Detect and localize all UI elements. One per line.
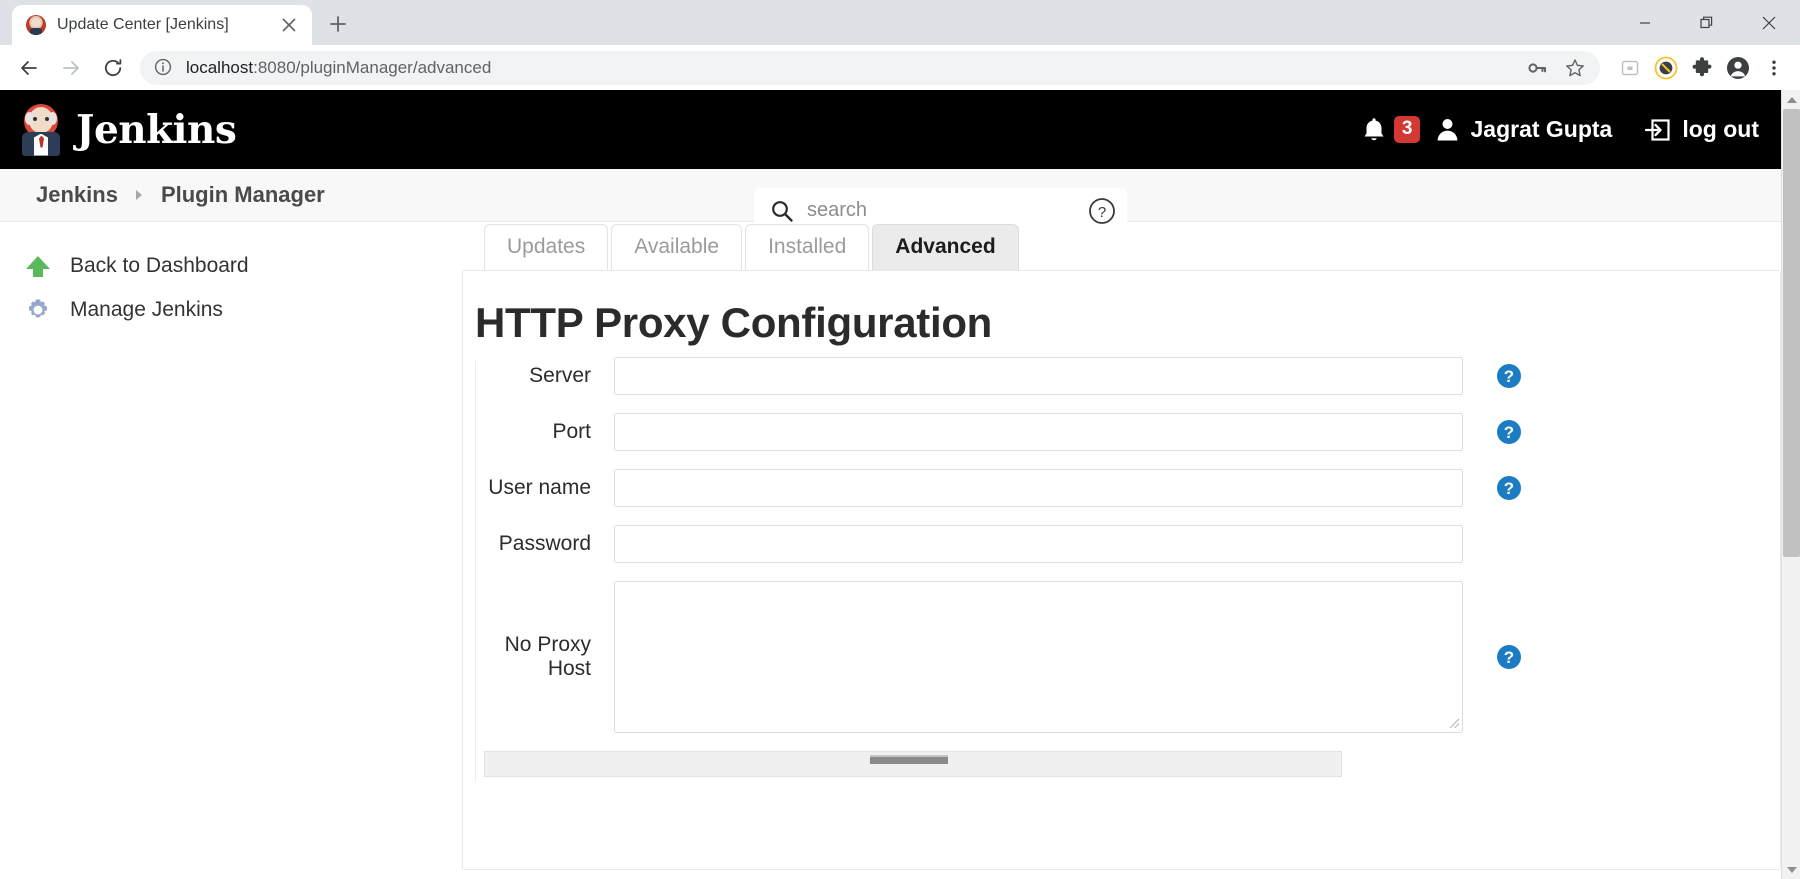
partial-control-below-fold[interactable]: [484, 751, 1342, 777]
extension-icons: [1608, 50, 1792, 86]
form-row-no-proxy-host: No Proxy Host ?: [475, 581, 1780, 733]
back-button[interactable]: [8, 47, 50, 89]
logout-button[interactable]: log out: [1644, 116, 1759, 143]
sidebar: Back to Dashboard Manage Jenkins: [0, 222, 462, 878]
page-scrollbar[interactable]: [1781, 90, 1800, 879]
new-tab-button[interactable]: [320, 6, 356, 42]
no-proxy-host-label: No Proxy Host: [504, 633, 591, 680]
logout-label: log out: [1682, 116, 1759, 142]
forward-button[interactable]: [50, 47, 92, 89]
omnibox-actions: [1518, 52, 1594, 84]
url-text: localhost:8080/pluginManager/advanced: [186, 58, 1518, 78]
svg-text:?: ?: [1098, 204, 1106, 221]
notification-count-badge: 3: [1393, 116, 1421, 143]
search-icon: [770, 199, 794, 223]
password-input[interactable]: [614, 525, 1463, 563]
browser-tab[interactable]: Update Center [Jenkins]: [12, 5, 312, 45]
adblock-icon[interactable]: [1648, 50, 1684, 86]
search-input[interactable]: [807, 199, 1087, 222]
address-bar[interactable]: localhost:8080/pluginManager/advanced: [140, 50, 1600, 85]
media-cast-icon[interactable]: [1612, 50, 1648, 86]
jenkins-header: Jenkins ? 3: [0, 90, 1781, 233]
window-controls: [1614, 0, 1800, 45]
help-icon-port[interactable]: ?: [1497, 420, 1521, 444]
no-proxy-host-textarea[interactable]: [614, 581, 1463, 733]
help-icon-username[interactable]: ?: [1497, 476, 1521, 500]
browser-titlebar: Update Center [Jenkins]: [0, 0, 1800, 45]
help-icon-server[interactable]: ?: [1497, 364, 1521, 388]
notifications-button[interactable]: 3: [1361, 116, 1421, 144]
tab-strip: Update Center [Jenkins]: [0, 0, 356, 45]
star-icon[interactable]: [1559, 52, 1591, 84]
key-icon[interactable]: [1521, 52, 1553, 84]
gear-icon: [24, 296, 52, 324]
username-input[interactable]: [614, 469, 1463, 507]
header-right-actions: 3 Jagrat Gupta log out: [1361, 90, 1759, 169]
tab-advanced[interactable]: Advanced: [872, 223, 1019, 270]
minimize-button[interactable]: [1614, 0, 1676, 45]
jenkins-butler-icon: [26, 15, 46, 35]
tab-available[interactable]: Available: [611, 223, 743, 270]
scroll-up-arrow-icon[interactable]: [1782, 90, 1800, 109]
green-up-arrow-icon: [24, 252, 52, 280]
plugin-manager-tabs: Updates Available Installed Advanced: [462, 222, 1781, 270]
browser-toolbar: localhost:8080/pluginManager/advanced: [0, 45, 1800, 90]
page-content: Jenkins ? 3: [0, 90, 1800, 879]
question-circle-icon[interactable]: ?: [1087, 196, 1117, 226]
proxy-form: Server ? Port ? User name ? Password No …: [463, 357, 1780, 781]
username-label: User name: [488, 476, 591, 499]
tab-installed[interactable]: Installed: [745, 223, 870, 270]
restore-button[interactable]: [1676, 0, 1738, 45]
browser-window: Update Center [Jenkins] localhost:8080/p…: [0, 0, 1800, 879]
close-icon[interactable]: [276, 12, 302, 38]
window-close-button[interactable]: [1738, 0, 1800, 45]
breadcrumb-item-plugin-manager[interactable]: Plugin Manager: [161, 182, 325, 208]
scrollbar-thumb[interactable]: [1783, 109, 1800, 557]
sidebar-item-label: Back to Dashboard: [70, 254, 249, 277]
form-row-username: User name ?: [475, 469, 1780, 507]
port-label: Port: [552, 420, 591, 443]
port-input[interactable]: [614, 413, 1463, 451]
three-dot-menu-icon[interactable]: [1756, 50, 1792, 86]
puzzle-extensions-icon[interactable]: [1684, 50, 1720, 86]
main-content: Updates Available Installed Advanced HTT…: [462, 222, 1781, 878]
scroll-down-arrow-icon[interactable]: [1782, 860, 1800, 879]
jenkins-logo-text: Jenkins: [76, 106, 237, 153]
url-path: :8080/pluginManager/advanced: [253, 57, 492, 77]
breadcrumb-item-jenkins[interactable]: Jenkins: [36, 182, 118, 208]
advanced-panel: HTTP Proxy Configuration Server ? Port ?…: [462, 270, 1781, 870]
bell-icon: [1361, 116, 1387, 144]
person-icon: [1434, 116, 1461, 143]
chevron-right-icon: [135, 189, 144, 201]
help-icon-no-proxy-host[interactable]: ?: [1497, 645, 1521, 669]
jenkins-butler-logo-icon: [18, 103, 64, 156]
page-title: HTTP Proxy Configuration: [475, 299, 993, 346]
server-input[interactable]: [614, 357, 1463, 395]
sidebar-item-manage-jenkins[interactable]: Manage Jenkins: [0, 288, 462, 332]
user-menu[interactable]: Jagrat Gupta: [1434, 116, 1612, 143]
partial-control-knob: [870, 755, 948, 764]
page-body: Back to Dashboard Manage Jenkins Updates…: [0, 222, 1781, 878]
jenkins-logo-link[interactable]: Jenkins: [18, 103, 237, 156]
server-label: Server: [529, 364, 591, 387]
form-row-server: Server ?: [475, 357, 1780, 395]
url-host: localhost: [186, 57, 254, 77]
sidebar-item-label: Manage Jenkins: [70, 298, 223, 321]
form-row-port: Port ?: [475, 413, 1780, 451]
logout-arrow-icon: [1644, 117, 1672, 143]
browser-tab-title: Update Center [Jenkins]: [57, 16, 229, 33]
password-label: Password: [498, 532, 591, 555]
profile-avatar-icon[interactable]: [1720, 50, 1756, 86]
tab-updates[interactable]: Updates: [484, 223, 609, 270]
sidebar-item-back-to-dashboard[interactable]: Back to Dashboard: [0, 244, 462, 288]
reload-button[interactable]: [92, 47, 134, 89]
user-name-label: Jagrat Gupta: [1470, 116, 1613, 142]
site-info-icon[interactable]: [154, 58, 174, 78]
form-row-password: Password: [475, 525, 1780, 563]
jenkins-app: Jenkins ? 3: [0, 90, 1781, 879]
